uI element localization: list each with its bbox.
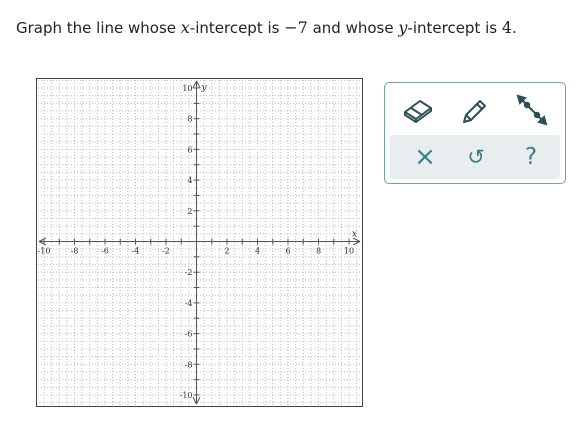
y-tick-label: 6 xyxy=(187,145,192,154)
graph-area[interactable]: -10 -8 -6 -4 -2 2 4 6 8 10 10 8 6 4 2 -2 -4 -6 -8 -10 x y xyxy=(36,78,363,407)
y-tick-label: -8 xyxy=(185,360,193,369)
help-button[interactable]: ? xyxy=(509,135,553,179)
var-x: x xyxy=(180,18,190,37)
line-tool-icon xyxy=(516,94,548,126)
y-tick-label: 2 xyxy=(187,207,192,216)
question-part-3: and whose xyxy=(307,19,399,37)
coordinate-plane[interactable]: -10 -8 -6 -4 -2 2 4 6 8 10 10 8 6 4 2 -2 -4 -6 -8 -10 x y xyxy=(37,79,362,406)
x-tick-label: 10 xyxy=(344,247,354,256)
eraser-tool-button[interactable] xyxy=(398,87,438,133)
question-part-5: . xyxy=(512,19,517,37)
x-tick-label: -2 xyxy=(162,247,170,256)
y-intercept-value: 4 xyxy=(501,18,513,37)
pencil-icon xyxy=(463,100,486,123)
x-tick-label: -10 xyxy=(38,247,51,256)
y-tick-label: 10 xyxy=(182,84,192,93)
drawing-tools xyxy=(385,87,565,133)
close-icon: × xyxy=(414,142,436,172)
y-tick-label: -2 xyxy=(185,268,193,277)
x-axis-label: x xyxy=(352,230,357,240)
line-tool-button[interactable] xyxy=(512,87,552,133)
question-text: Graph the line whose x-intercept is −7 a… xyxy=(16,18,517,38)
y-tick-label: -10 xyxy=(180,391,193,400)
y-axis-label: y xyxy=(201,83,208,93)
help-icon: ? xyxy=(524,143,538,170)
question-part-4: -intercept is xyxy=(407,19,502,37)
y-tick-label: 4 xyxy=(187,176,192,185)
question-part-1: Graph the line whose xyxy=(16,19,181,37)
eraser-icon xyxy=(404,100,432,123)
x-tick-label: 8 xyxy=(316,247,321,256)
x-tick-label: 6 xyxy=(285,247,290,256)
x-intercept-value: −7 xyxy=(284,18,308,37)
x-tick-label: 2 xyxy=(224,247,229,256)
graph-tools-panel: × ↺ ? xyxy=(384,82,566,184)
question-part-2: -intercept is xyxy=(189,19,285,37)
undo-button[interactable]: ↺ xyxy=(454,135,498,179)
x-tick-label: -8 xyxy=(71,247,79,256)
y-tick-label: 8 xyxy=(187,115,192,124)
action-bar: × ↺ ? xyxy=(390,135,560,179)
y-tick-label: -6 xyxy=(185,330,193,339)
x-tick-label: 4 xyxy=(255,247,260,256)
x-tick-label: -6 xyxy=(101,247,109,256)
y-tick-label: -4 xyxy=(185,299,193,308)
x-tick-label: -4 xyxy=(132,247,140,256)
clear-button[interactable]: × xyxy=(403,135,447,179)
undo-icon: ↺ xyxy=(467,144,485,169)
pencil-tool-button[interactable] xyxy=(455,87,495,133)
